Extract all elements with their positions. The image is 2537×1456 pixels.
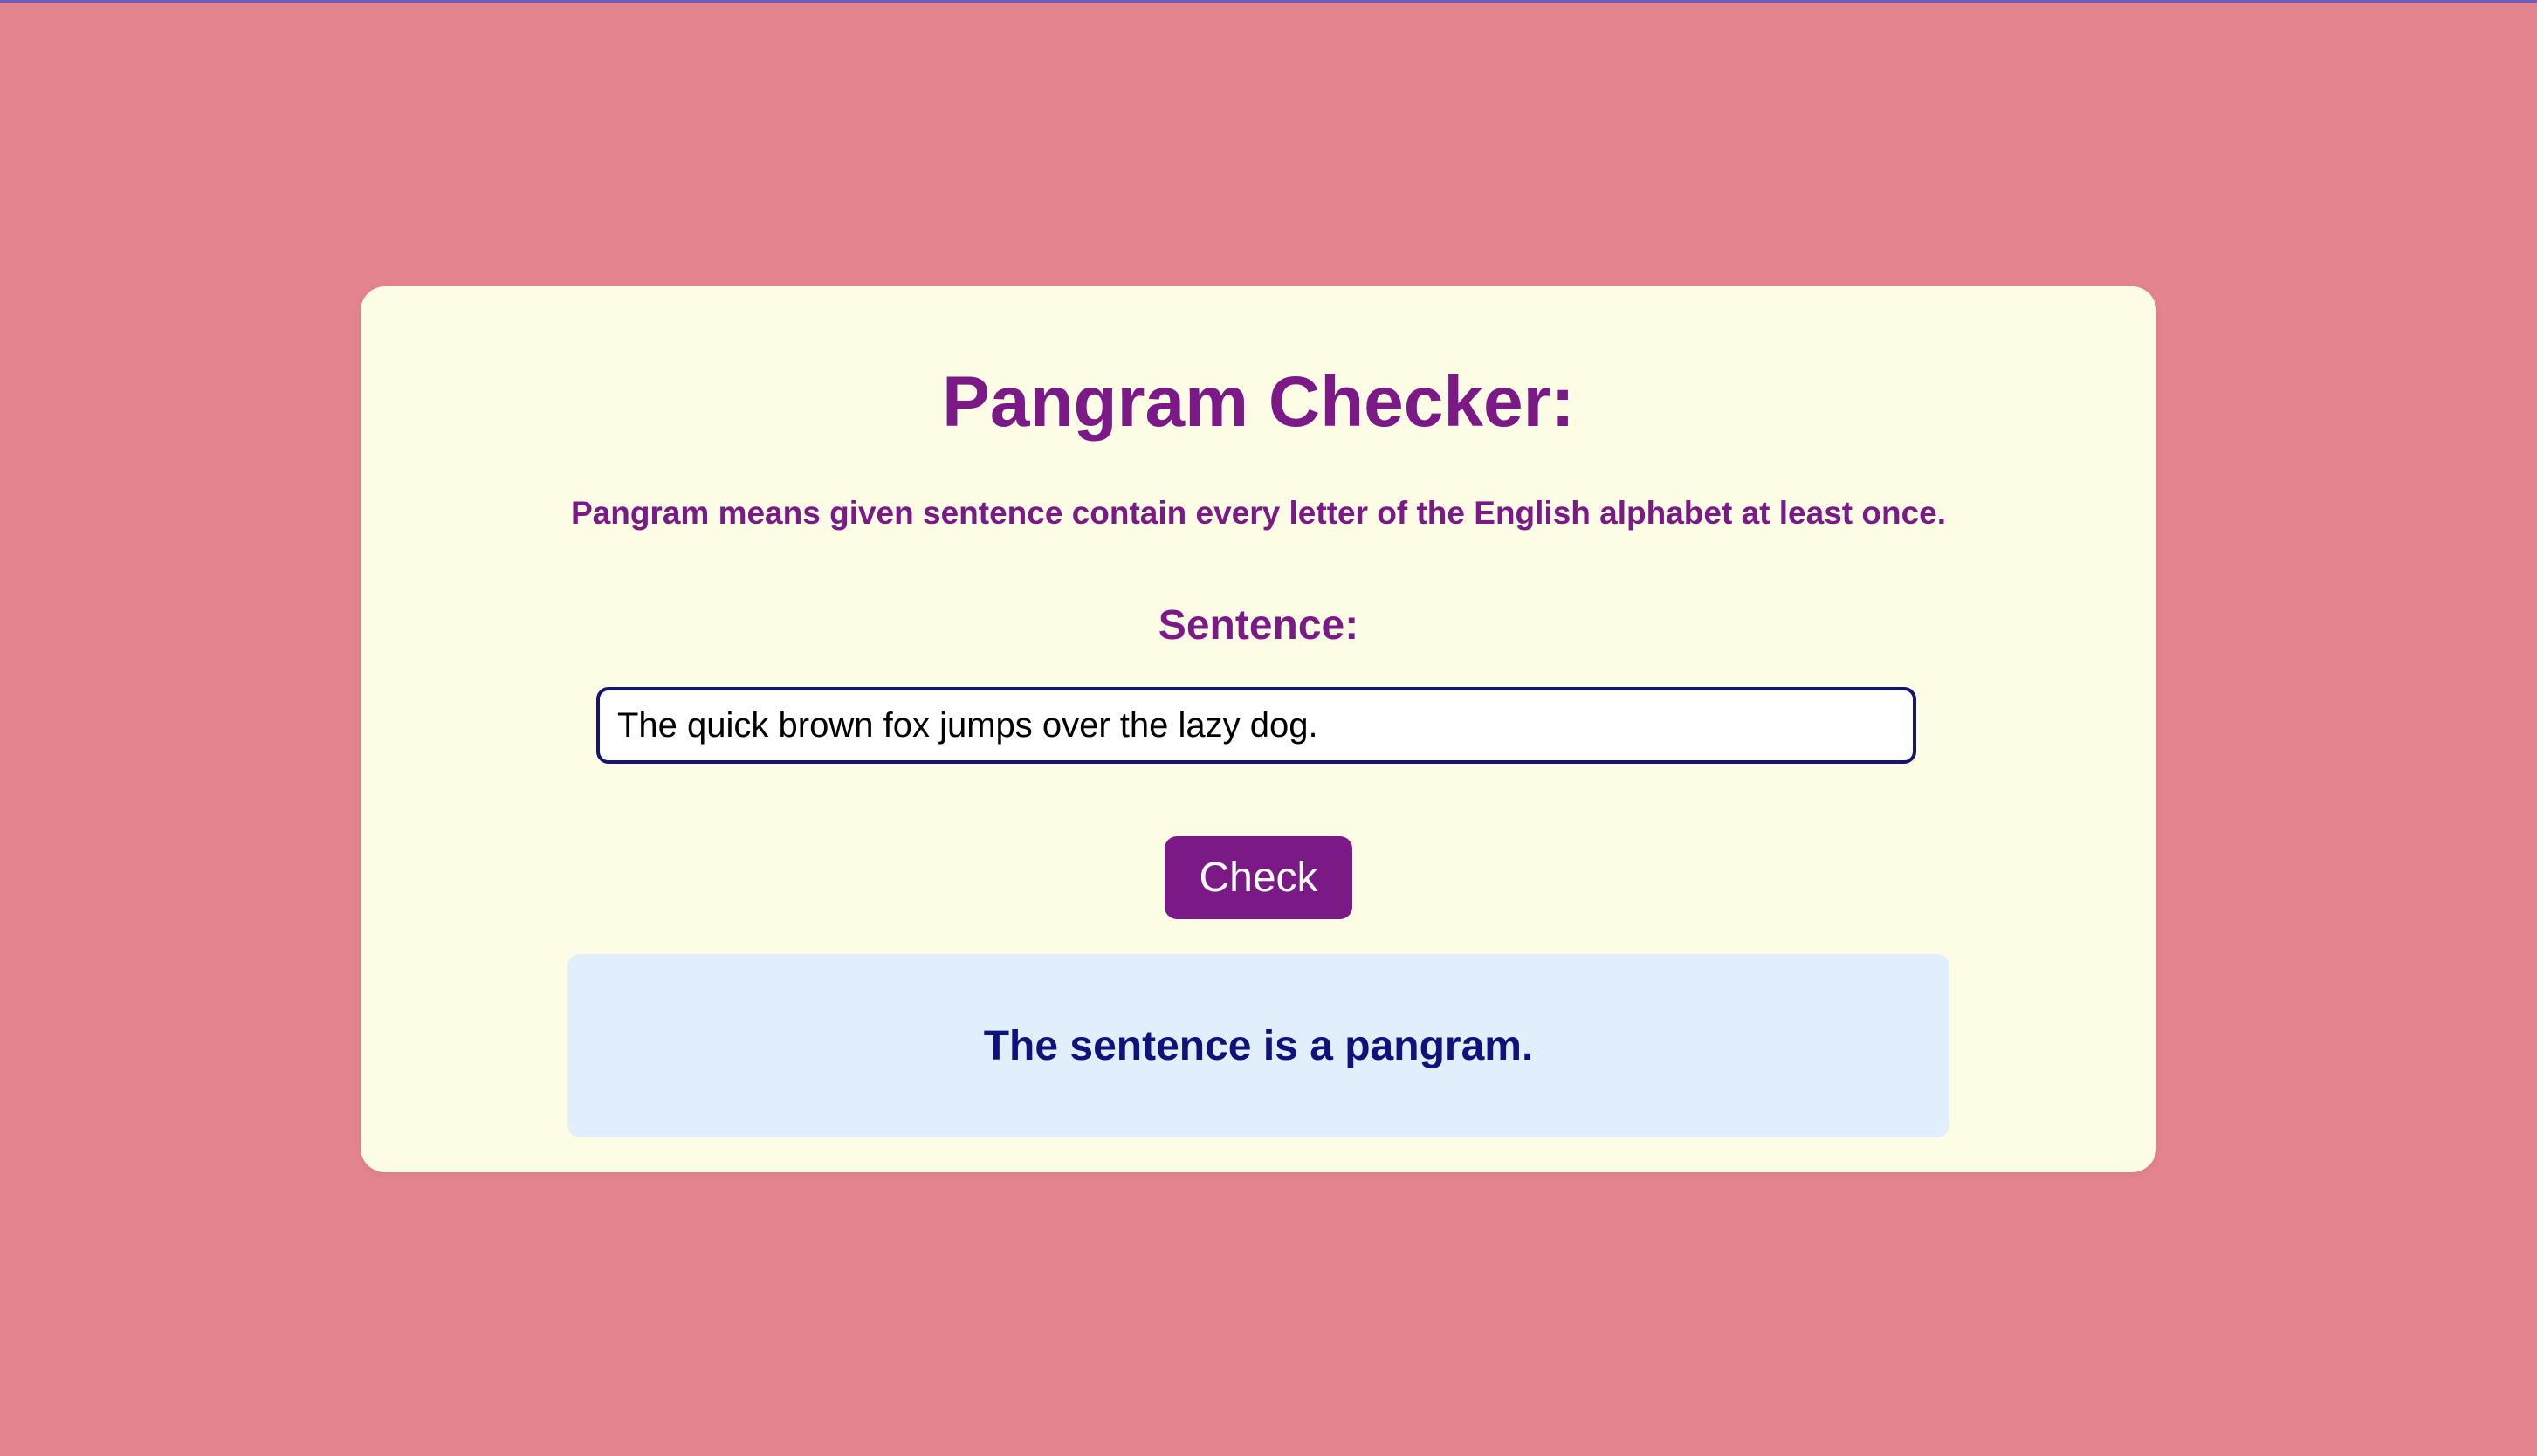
page-title: Pangram Checker: — [942, 362, 1575, 442]
check-button[interactable]: Check — [1165, 836, 1352, 919]
result-message: The sentence is a pangram. — [983, 1023, 1534, 1069]
result-box: The sentence is a pangram. — [567, 954, 1949, 1137]
sentence-label: Sentence: — [1158, 602, 1359, 649]
description-text: Pangram means given sentence contain eve… — [570, 495, 1947, 531]
pangram-checker-card: Pangram Checker: Pangram means given sen… — [361, 286, 2156, 1172]
top-accent-line — [0, 0, 2537, 3]
sentence-input[interactable] — [596, 687, 1916, 764]
